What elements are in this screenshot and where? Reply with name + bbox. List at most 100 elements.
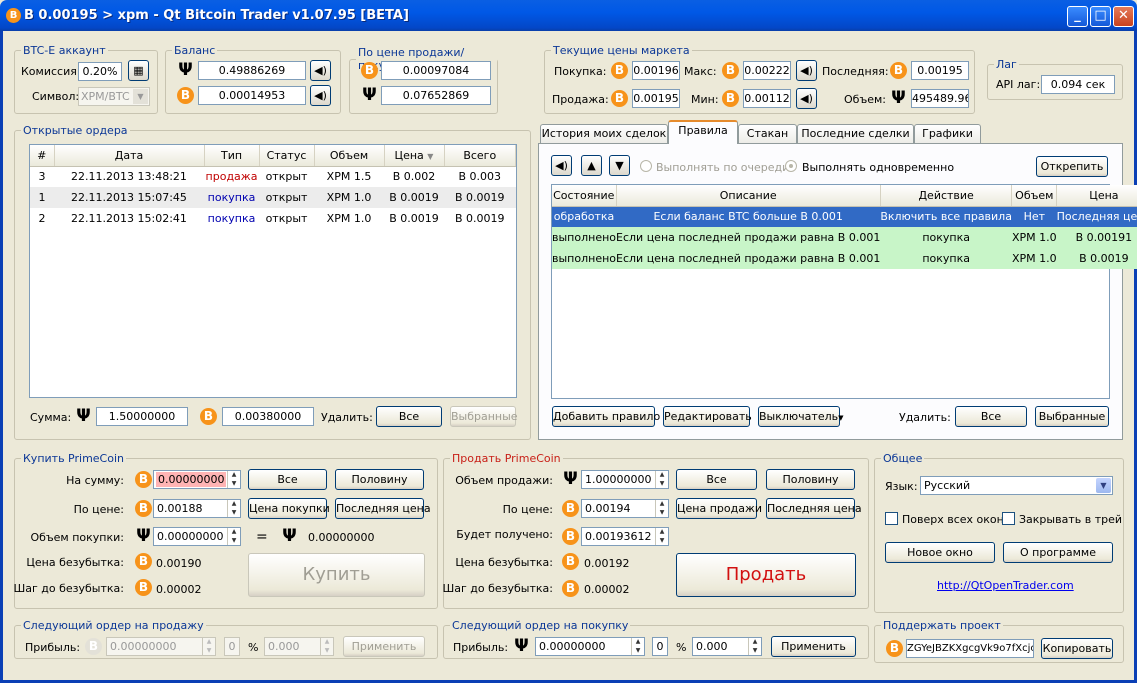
buy-price-input[interactable]: 0.00188 ▲ ▼	[153, 499, 241, 518]
copy-address-button[interactable]: Копировать	[1041, 638, 1113, 659]
next-buy-profit-input[interactable]: 0.00000000 ▲ ▼	[535, 637, 645, 656]
spin-icon[interactable]: ▲ ▼	[655, 471, 668, 488]
column-header[interactable]: Объем	[1011, 185, 1058, 207]
calculator-icon[interactable]: ▦	[128, 60, 149, 81]
spin-icon[interactable]: ▲ ▼	[631, 638, 644, 655]
buy-price-button[interactable]: Цена покупки	[248, 498, 330, 519]
open-orders-table[interactable]: # Дата Тип Статус Объем Цена ▼ Всего 3 22…	[29, 144, 517, 398]
detach-button[interactable]: Открепить	[1036, 156, 1108, 177]
buy-amount-input[interactable]: 0.00000000 ▲ ▼	[153, 470, 241, 489]
next-sell-count[interactable]: 0	[224, 637, 240, 656]
next-sell-profit-input[interactable]: 0.00000000 ▲ ▼	[106, 637, 216, 656]
symbol-select[interactable]: XPM/BTC ▼	[78, 87, 150, 106]
next-sell-percent-input[interactable]: 0.000 ▲ ▼	[264, 637, 334, 656]
table-row[interactable]: выполнено Если цена последней продажи рав…	[552, 227, 1137, 248]
market-legend: Текущие цены маркета	[553, 44, 690, 57]
table-row[interactable]: 3 22.11.2013 13:48:21 продажа открыт XPM 1.5…	[30, 166, 516, 187]
column-header[interactable]: Цена	[1056, 185, 1137, 207]
spin-icon[interactable]: ▲ ▼	[227, 471, 240, 488]
next-buy-count[interactable]: 0	[652, 637, 668, 656]
sell-receive-input[interactable]: 0.00193612 ▲ ▼	[581, 527, 669, 546]
delete-selected-orders-button[interactable]: Выбранные	[450, 406, 518, 427]
buy-all-button[interactable]: Все	[248, 469, 327, 490]
tab-rules[interactable]: Правила	[668, 120, 738, 144]
chevron-down-icon: ▼	[838, 414, 844, 422]
donation-address[interactable]: ZGYeJBZKXgcgVk9o7fXcjc	[906, 639, 1034, 658]
spin-icon[interactable]: ▲ ▼	[655, 528, 668, 545]
tab-trade-history[interactable]: История моих сделок	[540, 124, 668, 144]
title-bar[interactable]: B B 0.00195 > xpm - Qt Bitcoin Trader v1…	[0, 0, 1137, 31]
cell-description: Если баланс BTC больше B 0.001	[653, 210, 843, 224]
spin-icon[interactable]: ▲ ▼	[202, 638, 215, 655]
sell-all-button[interactable]: Все	[676, 469, 757, 490]
spin-icon[interactable]: ▲ ▼	[320, 638, 333, 655]
column-header[interactable]: Всего	[444, 145, 516, 167]
close-button[interactable]: ✕	[1113, 6, 1134, 27]
delete-all-orders-button[interactable]: Все	[376, 406, 442, 427]
fee-field[interactable]: 0.20%	[78, 62, 122, 81]
column-header[interactable]: Действие	[880, 185, 1013, 207]
buy-half-button[interactable]: Половину	[335, 469, 424, 490]
sell-button[interactable]: Продать	[676, 553, 856, 597]
maximize-button[interactable]: □	[1090, 6, 1111, 27]
tab-charts[interactable]: Графики	[914, 124, 981, 144]
tab-order-book[interactable]: Стакан	[738, 124, 797, 144]
column-header[interactable]: Объем	[314, 145, 385, 167]
column-header[interactable]: Описание	[616, 185, 881, 207]
sell-half-button[interactable]: Половину	[766, 469, 855, 490]
table-row[interactable]: выполнено Если цена последней продажи рав…	[552, 248, 1137, 269]
switch-rule-button[interactable]: Выключатель▼	[758, 406, 844, 427]
buy-volume-input[interactable]: 0.00000000 ▲ ▼	[153, 527, 241, 546]
column-header[interactable]: Состояние	[552, 185, 617, 207]
always-on-top-checkbox[interactable]	[885, 512, 898, 525]
column-header[interactable]: #	[30, 145, 55, 167]
delete-selected-rules-button[interactable]: Выбранные	[1035, 406, 1109, 427]
buy-volume-label: Объем покупки:	[30, 531, 124, 544]
sell-price-input[interactable]: 0.00194 ▲ ▼	[581, 499, 669, 518]
sell-last-price-button[interactable]: Последняя цена	[766, 498, 862, 519]
new-window-button[interactable]: Новое окно	[885, 542, 995, 563]
next-buy-percent-input[interactable]: 0.000 ▲ ▼	[692, 637, 762, 656]
speaker-icon[interactable]: ◀)	[796, 88, 817, 109]
table-row[interactable]: 1 22.11.2013 15:07:45 покупка открыт XPM 1.0…	[30, 187, 516, 208]
speaker-icon[interactable]: ◀)	[310, 60, 331, 81]
buy-last-price-button[interactable]: Последняя цена	[335, 498, 431, 519]
about-button[interactable]: О программе	[1003, 542, 1113, 563]
speaker-icon[interactable]: ◀)	[796, 60, 817, 81]
radio-queue[interactable]	[640, 160, 652, 172]
radio-simultaneous[interactable]	[785, 160, 797, 172]
spin-icon[interactable]: ▲ ▼	[655, 500, 668, 517]
language-select[interactable]: Русский ▼	[920, 476, 1113, 495]
spin-icon[interactable]: ▲ ▼	[227, 528, 240, 545]
speaker-icon[interactable]: ◀)	[551, 155, 572, 176]
sell-volume-input[interactable]: 1.00000000 ▲ ▼	[581, 470, 669, 489]
table-row[interactable]: 2 22.11.2013 15:02:41 покупка открыт XPM 1.0…	[30, 208, 516, 229]
buy-button[interactable]: Купить	[248, 553, 425, 597]
spin-icon[interactable]: ▲ ▼	[748, 638, 761, 655]
next-buy-apply-button[interactable]: Применить	[771, 636, 856, 657]
sell-price-label: По цене:	[502, 503, 553, 516]
column-header[interactable]: Статус	[259, 145, 315, 167]
column-header[interactable]: Цена ▼	[384, 145, 445, 167]
buy-breakeven-value: 0.00190	[156, 557, 202, 570]
next-sell-apply-button[interactable]: Применить	[343, 636, 425, 657]
column-header[interactable]: Тип	[204, 145, 260, 167]
sell-price-button[interactable]: Цена продажи	[676, 498, 762, 519]
spin-icon[interactable]: ▲ ▼	[227, 500, 240, 517]
speaker-icon[interactable]: ◀)	[310, 85, 331, 106]
move-up-icon[interactable]: ▲	[581, 155, 602, 176]
add-rule-button[interactable]: Добавить правило	[552, 406, 660, 427]
table-row[interactable]: обработка Если баланс BTC больше B 0.001 В…	[552, 206, 1137, 227]
bitcoin-icon: B	[361, 62, 378, 79]
website-link[interactable]: http://QtOpenTrader.com	[937, 579, 1074, 592]
close-to-tray-checkbox[interactable]	[1002, 512, 1015, 525]
always-on-top-label: Поверх всех окон	[902, 513, 1004, 526]
move-down-icon[interactable]: ▼	[609, 155, 630, 176]
rules-table[interactable]: Состояние Описание Действие Объем Цена о…	[551, 184, 1137, 399]
balance-btc: 0.00014953	[198, 86, 306, 105]
minimize-button[interactable]: _	[1067, 6, 1088, 27]
tab-last-trades[interactable]: Последние сделки	[797, 124, 914, 144]
edit-rule-button[interactable]: Редактировать	[663, 406, 752, 427]
column-header[interactable]: Дата	[54, 145, 205, 167]
delete-all-rules-button[interactable]: Все	[955, 406, 1027, 427]
